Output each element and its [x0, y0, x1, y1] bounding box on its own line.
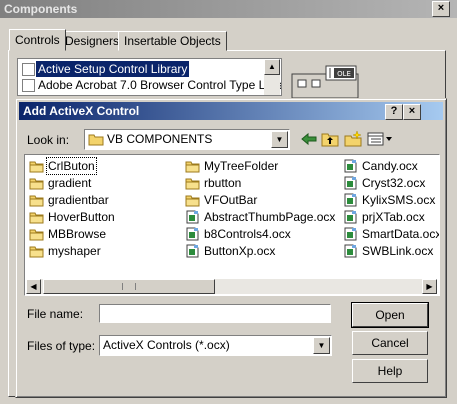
file-item-name: SWBLink.ocx	[362, 244, 434, 258]
folder-icon	[29, 244, 44, 258]
look-in-dropdown[interactable]: VB COMPONENTS ▼	[84, 129, 290, 150]
ocx-file-icon	[185, 244, 200, 258]
file-item-name: AbstractThumbPage.ocx	[204, 210, 336, 224]
file-item-name: ButtonXp.ocx	[204, 244, 276, 258]
files-of-type-value: ActiveX Controls (*.ocx)	[103, 338, 230, 352]
help-button[interactable]: Help	[352, 359, 428, 383]
checkbox[interactable]	[22, 79, 35, 92]
folder-icon	[29, 159, 44, 173]
folder-icon	[88, 133, 104, 149]
list-item[interactable]: Active Setup Control Library	[18, 61, 264, 77]
components-list[interactable]: Active Setup Control Library Adobe Acrob…	[17, 58, 282, 96]
file-item-name: CrlButon	[46, 157, 97, 175]
scroll-left-arrow-icon[interactable]: ◀	[26, 279, 41, 294]
folder-icon	[185, 159, 200, 173]
file-item-name: gradient	[48, 176, 92, 190]
file-name-input[interactable]	[99, 304, 331, 323]
file-item-name: VFOutBar	[204, 193, 258, 207]
files-of-type-label: Files of type:	[27, 339, 96, 353]
folder-icon	[29, 193, 44, 207]
ocx-file-icon	[343, 210, 358, 224]
ocx-file-icon	[185, 210, 200, 224]
components-title: Components	[4, 2, 78, 16]
file-item-name: SmartData.ocx	[362, 227, 440, 241]
ole-control-icon: OLE	[290, 60, 362, 99]
chevron-down-icon[interactable]: ▼	[313, 337, 330, 354]
add-activex-dialog: Add ActiveX Control ? × Look in: VB COMP…	[15, 98, 447, 398]
file-item-name: Candy.ocx	[362, 159, 418, 173]
folder-icon	[29, 227, 44, 241]
file-item-name: rbutton	[204, 176, 242, 190]
file-item-name: MBBrowse	[48, 227, 107, 241]
ocx-file-icon	[343, 159, 358, 173]
files-of-type-dropdown[interactable]: ActiveX Controls (*.ocx) ▼	[99, 335, 332, 356]
file-name-label: File name:	[27, 307, 84, 321]
ocx-file-icon	[343, 244, 358, 258]
list-item[interactable]: Adobe Acrobat 7.0 Browser Control Type L…	[18, 77, 281, 93]
list-item-label: Active Setup Control Library	[36, 61, 190, 77]
help-title-button[interactable]: ?	[385, 104, 403, 120]
tab-designers[interactable]: Designers	[59, 31, 126, 51]
file-item-name: b8Controls4.ocx	[204, 227, 291, 241]
new-folder-icon[interactable]	[343, 130, 363, 148]
scroll-up-arrow-icon[interactable]: ▲	[264, 59, 280, 75]
components-list-scrollbar[interactable]: ▲	[264, 59, 280, 95]
ocx-file-icon	[343, 176, 358, 190]
preview-text: OLE	[337, 70, 351, 78]
scroll-right-arrow-icon[interactable]: ▶	[422, 279, 437, 294]
file-item-name: prjXTab.ocx	[362, 210, 425, 224]
tab-controls[interactable]: Controls	[9, 29, 66, 51]
tab-insertable-objects[interactable]: Insertable Objects	[118, 31, 227, 51]
ocx-file-icon	[343, 193, 358, 207]
file-item-name: gradientbar	[48, 193, 109, 207]
file-list[interactable]: CrlButon gradient gradientbar HoverButton MB…	[24, 154, 440, 296]
look-in-value: VB COMPONENTS	[107, 132, 213, 146]
file-item-name: Cryst32.ocx	[362, 176, 426, 190]
components-title-bar[interactable]: Components ×	[0, 0, 457, 18]
file-item-name: KylixSMS.ocx	[362, 193, 436, 207]
file-item-name: myshaper	[48, 244, 101, 258]
scrollbar-thumb[interactable]	[43, 279, 215, 294]
ocx-file-icon	[185, 227, 200, 241]
chevron-down-icon[interactable]: ▼	[271, 131, 288, 148]
dialog-title-bar[interactable]: Add ActiveX Control ? ×	[19, 102, 443, 120]
up-folder-icon[interactable]	[320, 130, 340, 148]
horizontal-scrollbar[interactable]: ◀ ▶	[26, 279, 437, 294]
folder-icon	[29, 176, 44, 190]
list-item-label: Adobe Acrobat 7.0 Browser Control Type L…	[38, 78, 282, 92]
look-in-label: Look in:	[27, 133, 70, 147]
ocx-file-icon	[343, 227, 358, 241]
open-button[interactable]: Open	[351, 302, 429, 328]
back-icon[interactable]	[299, 130, 319, 148]
file-item-name: HoverButton	[48, 210, 115, 224]
checkbox[interactable]	[22, 63, 35, 76]
dialog-close-button[interactable]: ×	[403, 104, 421, 120]
file-item-name: MyTreeFolder	[204, 159, 279, 173]
folder-icon	[29, 210, 44, 224]
components-close-button[interactable]: ×	[432, 1, 450, 17]
folder-icon	[185, 193, 200, 207]
folder-icon	[185, 176, 200, 190]
view-menu-icon[interactable]	[366, 130, 394, 148]
dialog-title: Add ActiveX Control	[23, 104, 140, 118]
cancel-button[interactable]: Cancel	[352, 331, 428, 355]
